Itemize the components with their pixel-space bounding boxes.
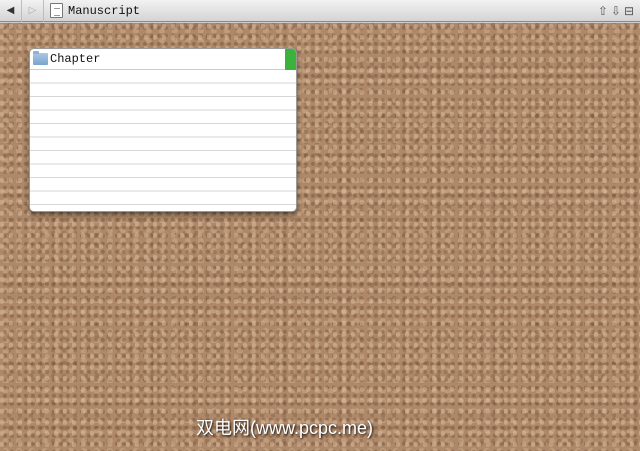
previous-document-up-icon[interactable]: ⇧ [598, 4, 608, 18]
back-button[interactable]: ◀ [0, 0, 22, 22]
back-arrow-icon: ◀ [6, 5, 15, 16]
split-editor-icon[interactable]: ⊟ [624, 4, 634, 18]
document-icon [50, 3, 63, 18]
card-synopsis[interactable] [30, 70, 296, 211]
index-card[interactable]: Chapter [29, 48, 297, 212]
forward-button[interactable]: ▷ [22, 0, 44, 22]
label-color-tab [285, 49, 296, 70]
header-title: Manuscript [68, 3, 141, 18]
header-bar: ◀ ▷ Manuscript ⇧ ⇩ ⊟ [0, 0, 640, 22]
next-document-down-icon[interactable]: ⇩ [611, 4, 621, 18]
folder-icon [33, 51, 48, 65]
card-title[interactable]: Chapter [50, 52, 100, 66]
forward-arrow-icon: ▷ [28, 5, 37, 16]
watermark: 双电网(www.pcpc.me) [196, 418, 374, 438]
